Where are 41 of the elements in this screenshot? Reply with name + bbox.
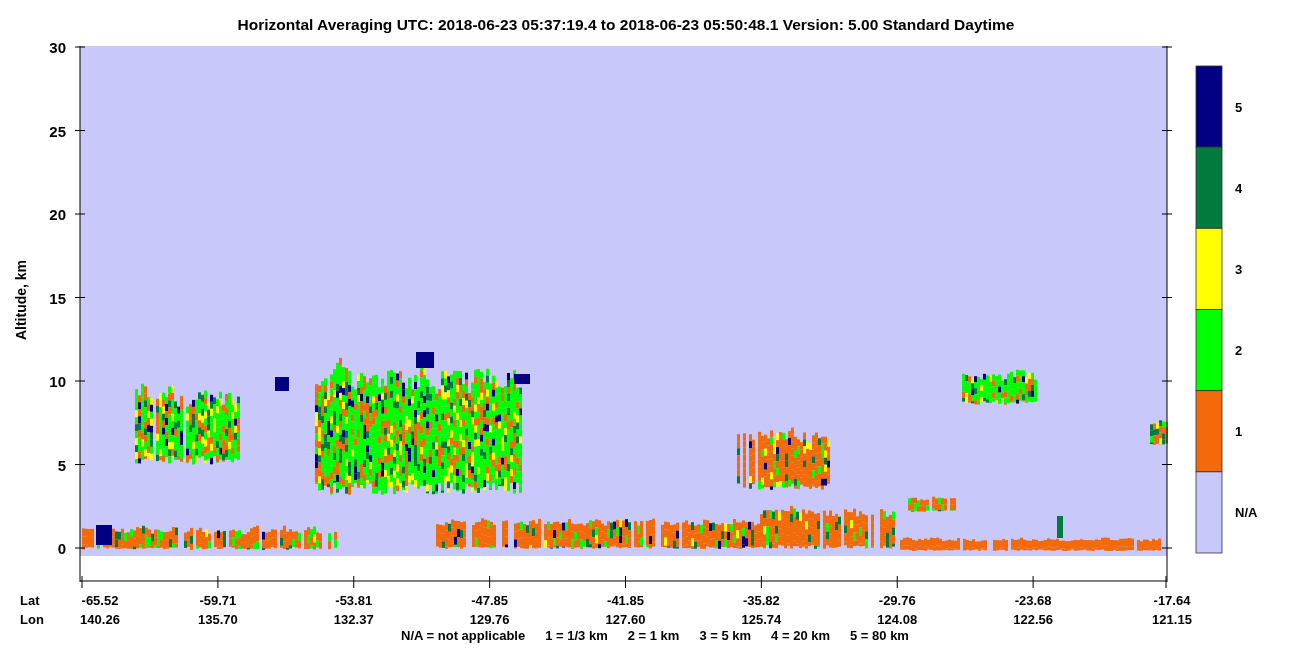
- legend-note: 1 = 1/3 km: [545, 628, 608, 643]
- scale-label: 3: [1235, 261, 1243, 277]
- y-tick-label: 20: [49, 206, 66, 223]
- latitude-label: -53.81: [335, 593, 373, 608]
- y-tick-label: 30: [49, 39, 66, 56]
- axis-row-label: Lat: [20, 593, 40, 608]
- longitude-label: 127.60: [605, 612, 646, 627]
- longitude-label: 125.74: [741, 612, 782, 627]
- longitude-label: 140.26: [80, 612, 120, 627]
- y-tick-label: 10: [49, 373, 66, 390]
- y-tick-label: 15: [49, 289, 66, 307]
- legend-note: N/A = not applicable: [401, 628, 526, 643]
- legend-note: 4 = 20 km: [771, 628, 830, 643]
- y-axis-label: Altitude, km: [13, 259, 29, 341]
- longitude-label: 129.76: [469, 612, 510, 627]
- y-tick-label: 0: [57, 540, 66, 557]
- longitude-label: 121.15: [1152, 612, 1192, 627]
- chart-title: Horizontal Averaging UTC: 2018-06-23 05:37:19.4 to 2018-06-23 05:50:48.1 Version: 5.00 Standard Daytime: [237, 16, 1015, 33]
- scale-label: N/A: [1235, 505, 1258, 521]
- scale-label: 1: [1235, 424, 1243, 440]
- latitude-label: -23.68: [1014, 593, 1052, 608]
- latitude-label: -29.76: [878, 593, 916, 608]
- longitude-label: 132.37: [333, 612, 374, 627]
- latitude-label: -65.52: [81, 593, 119, 608]
- scale-label: 4: [1235, 180, 1243, 196]
- scale-label: 2: [1235, 343, 1243, 359]
- longitude-label: 124.08: [877, 612, 918, 627]
- axis-row-label: Lon: [20, 612, 44, 627]
- legend-note: 3 = 5 km: [699, 628, 752, 643]
- latitude-label: -59.71: [199, 593, 237, 608]
- legend-note: 5 = 80 km: [850, 628, 909, 643]
- latitude-label: -41.85: [607, 593, 644, 608]
- y-tick-label: 5: [57, 456, 66, 474]
- latitude-label: -35.82: [742, 593, 780, 608]
- y-tick-label: 25: [49, 122, 66, 140]
- legend-note: 2 = 1 km: [627, 628, 680, 643]
- latitude-label: -47.85: [471, 593, 509, 608]
- longitude-label: 135.70: [198, 612, 238, 627]
- longitude-label: 122.56: [1013, 612, 1053, 627]
- scale-label: 5: [1235, 99, 1243, 115]
- latitude-label: -17.64: [1153, 593, 1191, 608]
